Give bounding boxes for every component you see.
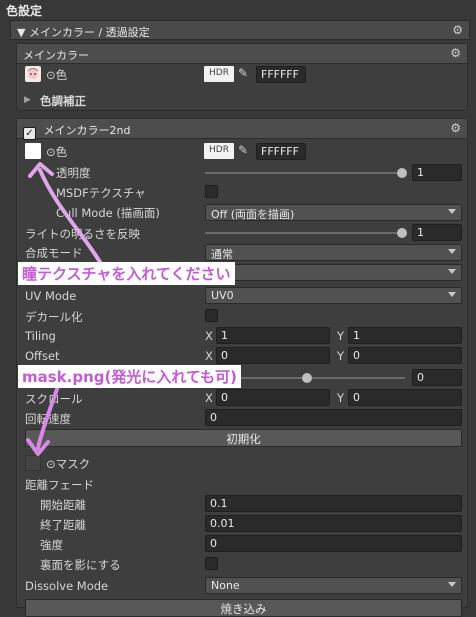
arrow-to-texture-slot	[38, 168, 102, 264]
annotation-mask-png: mask.png(発光に入れても可)	[18, 365, 242, 388]
annotation-arrows	[26, 162, 102, 456]
annotation-eye-texture: 瞳テクスチャを入れてください	[18, 262, 235, 285]
arrow-to-mask-slot	[36, 384, 60, 450]
